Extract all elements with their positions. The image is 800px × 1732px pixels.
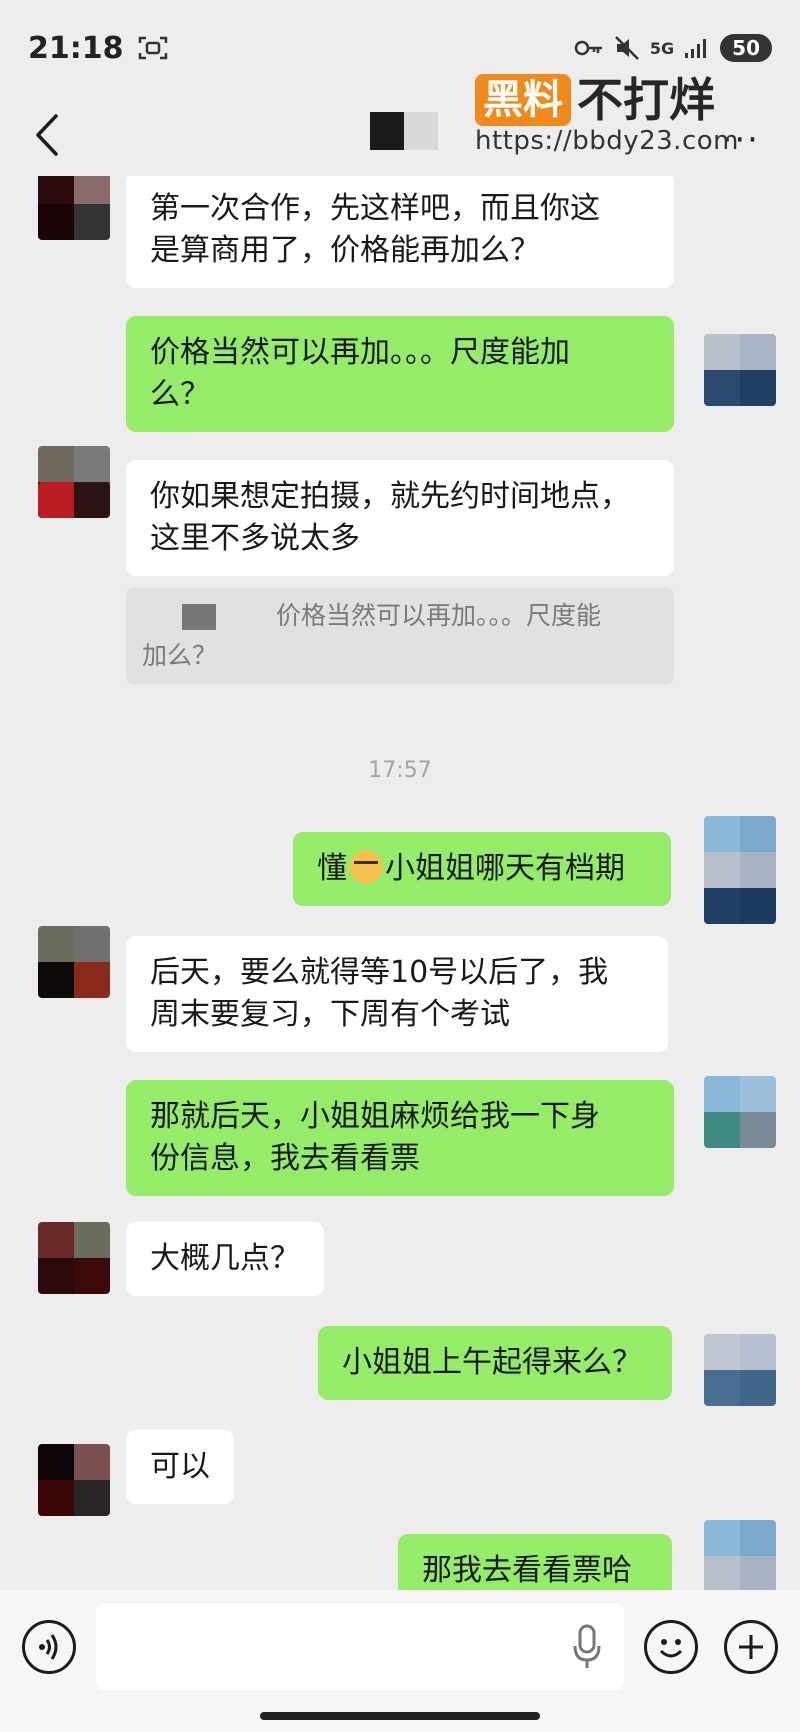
chat-input-bar [0, 1590, 800, 1732]
doge-emoji-icon [349, 850, 383, 884]
timestamp: 17:57 [368, 758, 432, 783]
message-bubble-outgoing[interactable]: 懂 小姐姐哪天有档期 [293, 832, 671, 906]
message-bubble-incoming[interactable]: 第一次合作，先这样吧，而且你这 是算商用了，价格能再加么？ [126, 176, 674, 288]
message-text: 可以 [150, 1449, 210, 1484]
emoji-icon[interactable] [644, 1620, 698, 1674]
avatar[interactable] [38, 1444, 110, 1516]
my-avatar[interactable] [704, 1334, 776, 1406]
message-bubble-incoming[interactable]: 后天，要么就得等10号以后了，我 周末要复习，下周有个考试 [126, 936, 668, 1052]
plus-icon[interactable] [724, 1620, 778, 1674]
battery-level: 50 [720, 34, 772, 62]
message-text: 那我去看看票哈 [422, 1553, 632, 1588]
quoted-message[interactable]: 价格当然可以再加。。。尺度能 加么？ [126, 588, 674, 684]
plus-glyph [739, 1635, 763, 1659]
avatar[interactable] [38, 1222, 110, 1294]
avatar-part [38, 482, 110, 518]
microphone-icon[interactable] [572, 1624, 602, 1670]
avatar[interactable] [38, 926, 110, 998]
quote-sender-redacted [182, 604, 216, 630]
signal-icon [685, 39, 707, 58]
chat-title-redacted [370, 112, 438, 150]
back-icon[interactable] [28, 110, 68, 160]
message-text: 第一次合作，先这样吧，而且你这 [150, 191, 600, 226]
watermark-url: https://bbdy23.com [475, 126, 739, 156]
message-text: 是算商用了，价格能再加么？ [150, 233, 540, 268]
message-bubble-outgoing[interactable]: 价格当然可以再加。。。尺度能加 么？ [126, 316, 674, 432]
message-input[interactable] [96, 1604, 624, 1690]
chat-message-list[interactable]: 第一次合作，先这样吧，而且你这 是算商用了，价格能再加么？ 价格当然可以再加。。… [0, 176, 800, 1590]
quote-text: 价格当然可以再加。。。尺度能 [276, 601, 602, 630]
watermark-badge: 黑料 [475, 74, 571, 126]
voice-icon[interactable] [22, 1620, 76, 1674]
avatar[interactable] [38, 176, 110, 240]
status-left: 21:18 [28, 31, 168, 66]
network-type: 5G [649, 38, 675, 58]
message-text: 小姐姐哪天有档期 [385, 851, 625, 886]
message-text: 么？ [150, 377, 210, 412]
message-text: 大概几点？ [150, 1241, 300, 1276]
voice-glyph [39, 1634, 58, 1660]
home-indicator[interactable] [260, 1712, 540, 1720]
status-time: 21:18 [28, 30, 124, 66]
message-bubble-outgoing[interactable]: 那我去看看票哈 [398, 1534, 672, 1590]
my-avatar[interactable] [704, 1076, 776, 1148]
screen-record-icon [138, 36, 167, 60]
message-text: 小姐姐上午起得来么？ [342, 1345, 642, 1380]
message-text: 你如果想定拍摄，就先约时间地点， [150, 479, 630, 514]
quote-text: 加么？ [142, 641, 218, 670]
mute-icon [615, 36, 639, 60]
my-avatar[interactable] [704, 816, 776, 924]
message-text: 周末要复习，下周有个考试 [150, 997, 510, 1032]
message-text: 价格当然可以再加。。。尺度能加 [150, 335, 570, 370]
message-text: 后天，要么就得等10号以后了，我 [150, 955, 609, 990]
watermark: 黑料 不打烊 https://bbdy23.com [475, 74, 765, 164]
my-avatar[interactable] [704, 1520, 776, 1590]
message-bubble-outgoing[interactable]: 那就后天，小姐姐麻烦给我一下身 份信息，我去看看票 [126, 1080, 674, 1196]
emoji-glyph [659, 1639, 683, 1658]
key-icon [574, 40, 602, 56]
status-right: 5G 50 [574, 34, 772, 62]
message-text: 懂 [317, 851, 347, 886]
message-bubble-incoming[interactable]: 大概几点？ [126, 1222, 324, 1296]
message-bubble-incoming[interactable]: 可以 [126, 1430, 234, 1504]
message-bubble-incoming[interactable]: 你如果想定拍摄，就先约时间地点， 这里不多说太多 [126, 460, 674, 576]
my-avatar[interactable] [704, 334, 776, 406]
message-bubble-outgoing[interactable]: 小姐姐上午起得来么？ [318, 1326, 672, 1400]
message-text: 那就后天，小姐姐麻烦给我一下身 [150, 1099, 600, 1134]
message-text: 这里不多说太多 [150, 521, 360, 556]
watermark-title: 不打烊 [577, 73, 715, 127]
message-text: 份信息，我去看看票 [150, 1141, 420, 1176]
